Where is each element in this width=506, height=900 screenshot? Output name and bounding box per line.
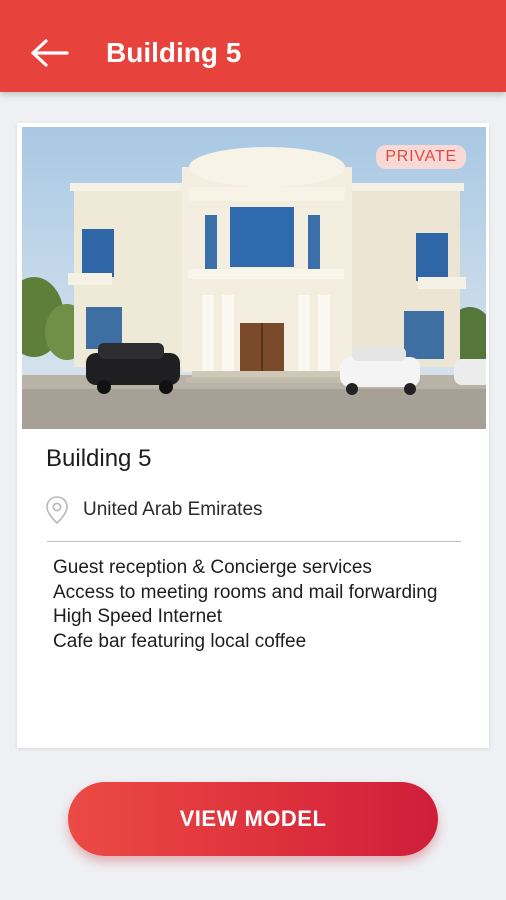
location-text: United Arab Emirates: [83, 499, 263, 520]
view-model-button[interactable]: VIEW MODEL: [68, 782, 438, 856]
private-badge: PRIVATE: [376, 145, 466, 169]
app-bar: Building 5: [0, 0, 506, 92]
amenity-item: High Speed Internet: [53, 606, 223, 627]
building-card[interactable]: PRIVATE Building 5 United Arab Emirates …: [17, 123, 489, 748]
divider: [47, 541, 461, 542]
page-title: Building 5: [106, 37, 242, 68]
location-row: United Arab Emirates: [45, 495, 263, 525]
back-button[interactable]: [26, 30, 72, 76]
building-photo: PRIVATE: [22, 127, 486, 429]
amenity-item: Access to meeting rooms and mail forward…: [53, 581, 438, 603]
arrow-left-icon: [31, 39, 69, 67]
amenity-item: Guest reception & Concierge services: [53, 557, 372, 578]
amenities-list: Guest reception & Concierge services Acc…: [53, 556, 453, 654]
amenity-item: Cafe bar featuring local coffee: [53, 630, 307, 652]
building-name: Building 5: [46, 445, 152, 472]
location-pin-icon: [46, 496, 68, 525]
